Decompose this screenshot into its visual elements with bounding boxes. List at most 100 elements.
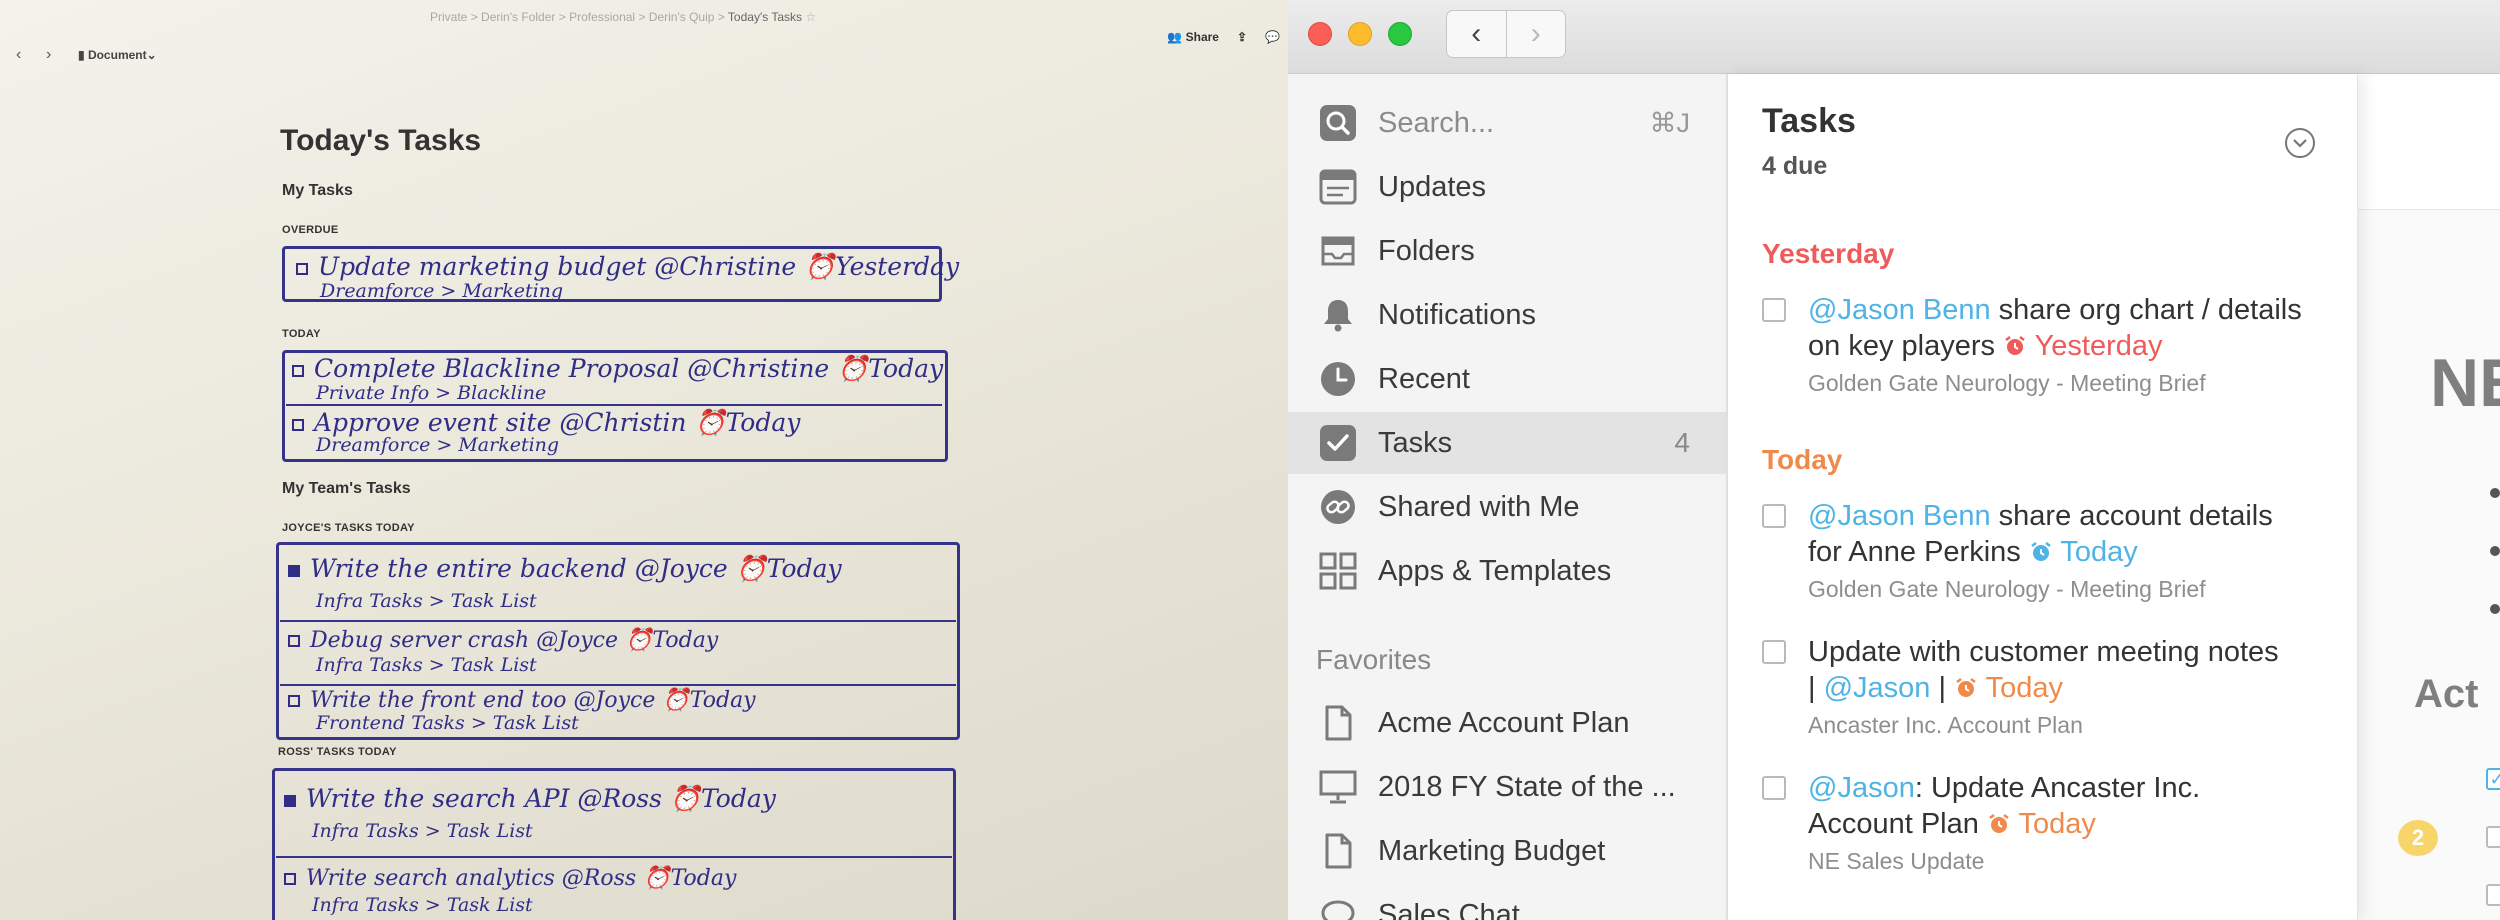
- favorites-heading: Favorites: [1316, 644, 1432, 675]
- sketch-task: Write the front end too @Joyce ⏰Today: [288, 688, 756, 713]
- joyce-caption: JOYCE'S TASKS TODAY: [282, 522, 415, 534]
- sidebar-item-updates[interactable]: Updates: [1288, 156, 1726, 218]
- due-date: Today: [1987, 808, 2096, 840]
- task-source[interactable]: Golden Gate Neurology - Meeting Brief: [1808, 576, 2332, 603]
- checkbox-sketch-icon: [284, 794, 296, 807]
- chevron-down-icon[interactable]: [2285, 128, 2315, 158]
- document-icon: [1318, 831, 1358, 871]
- mention-link[interactable]: @Jason: [1808, 772, 1915, 804]
- sidebar-item-notifications[interactable]: Notifications: [1288, 284, 1726, 346]
- folders-icon: [1318, 231, 1358, 271]
- mention-link[interactable]: @Jason Benn: [1808, 500, 1991, 532]
- task-source[interactable]: NE Sales Update: [1808, 848, 2332, 875]
- sidebar-item-label: Tasks: [1378, 426, 1453, 459]
- mention-link[interactable]: @Jason Benn: [1808, 294, 1991, 326]
- document-header: [2358, 74, 2500, 210]
- task-text: @Jason: Update Ancaster Inc. Account Pla…: [1808, 772, 2201, 840]
- breadcrumb-item: Private: [430, 10, 468, 24]
- checkbox-icon: [1318, 423, 1358, 463]
- sketch-task-source: Dreamforce > Marketing: [320, 280, 564, 302]
- breadcrumb-item: Derin's Folder: [481, 10, 556, 24]
- document-title-fragment: NE: [2430, 345, 2500, 421]
- paper-top-actions: 👥 Share ⇪ 💬: [1167, 30, 1280, 44]
- page-title: Today's Tasks: [280, 124, 482, 157]
- task-item: Update with customer meeting notes | @Ja…: [1762, 634, 2332, 739]
- task-source[interactable]: Ancaster Inc. Account Plan: [1808, 712, 2332, 739]
- breadcrumb: Private > Derin's Folder > Professional …: [430, 10, 817, 24]
- task-checkbox[interactable]: [1762, 504, 1786, 528]
- checkbox-sketch-icon: [296, 262, 308, 275]
- sketch-task-source: Dreamforce > Marketing: [316, 434, 560, 456]
- bell-icon: [1318, 295, 1358, 335]
- zoom-window-button[interactable]: [1388, 22, 1412, 46]
- sketch-task: Write the search API @Ross ⏰Today: [284, 784, 776, 814]
- alarm-icon: [1989, 814, 2009, 833]
- back-button[interactable]: ‹: [1447, 11, 1506, 57]
- favorite-sales-chat[interactable]: Sales Chat: [1288, 884, 1726, 920]
- sketch-task: Write the entire backend @Joyce ⏰Today: [288, 554, 842, 584]
- task-text: @Jason Benn share account details for An…: [1808, 500, 2273, 568]
- group-yesterday: Yesterday: [1762, 238, 1895, 269]
- alarm-icon: [1956, 678, 1976, 697]
- breadcrumb-item: Today's Tasks: [727, 10, 803, 24]
- sketch-task: Debug server crash @Joyce ⏰Today: [288, 628, 718, 653]
- section-heading-fragment: Act: [2414, 672, 2479, 716]
- checkbox-sketch-icon: [284, 873, 296, 885]
- bullet-dot: [2490, 546, 2500, 556]
- alarm-icon: [2031, 542, 2051, 561]
- window-titlebar: ‹ ›: [1288, 0, 2500, 74]
- sidebar-item-folders[interactable]: Folders: [1288, 220, 1726, 282]
- chat-icon: 💬: [1265, 30, 1280, 44]
- checkbox-sketch-icon: [288, 635, 300, 647]
- close-window-button[interactable]: [1308, 22, 1332, 46]
- sidebar-item-recent[interactable]: Recent: [1288, 348, 1726, 410]
- checkbox-sketch-icon: [288, 564, 300, 577]
- favorite-acme-account-plan[interactable]: Acme Account Plan: [1288, 692, 1726, 754]
- due-date: Yesterday: [2003, 330, 2163, 362]
- favorite-marketing-budget[interactable]: Marketing Budget: [1288, 820, 1726, 882]
- forward-button[interactable]: ›: [1505, 11, 1566, 57]
- document-peek: NE Act ✓ 2: [2358, 74, 2500, 920]
- favorite-fy-state[interactable]: 2018 FY State of the ...: [1288, 756, 1726, 818]
- tasks-count-badge: 4: [1674, 427, 1690, 458]
- back-arrow-icon: ‹: [16, 46, 22, 63]
- sidebar-item-shared-with-me[interactable]: Shared with Me: [1288, 476, 1726, 538]
- overdue-caption: OVERDUE: [282, 224, 339, 236]
- document-menu: ▮ Document⌄: [78, 48, 157, 62]
- presentation-icon: [1318, 767, 1358, 807]
- task-checkbox[interactable]: [1762, 776, 1786, 800]
- forward-arrow-icon: ›: [46, 46, 52, 63]
- sidebar-item-label: Recent: [1378, 362, 1470, 395]
- minimize-window-button[interactable]: [1348, 22, 1372, 46]
- mention-link[interactable]: @Jason: [1824, 672, 1931, 704]
- bullet-dot: [2490, 488, 2500, 498]
- sidebar-item-label: Folders: [1378, 234, 1475, 267]
- quip-app-window: ‹ › Search... ⌘J Updates Folders Notific…: [1288, 0, 2500, 920]
- comment-count-bubble[interactable]: 2: [2398, 820, 2438, 856]
- breadcrumb-item: Professional: [569, 10, 636, 24]
- due-date: Today: [1954, 672, 2063, 704]
- sidebar-search[interactable]: Search... ⌘J: [1288, 92, 1726, 154]
- checkbox-sketch-icon: [288, 695, 300, 707]
- doc-checkbox[interactable]: [2486, 884, 2500, 906]
- clock-icon: [1318, 359, 1358, 399]
- alarm-icon: [2005, 336, 2025, 355]
- task-source[interactable]: Golden Gate Neurology - Meeting Brief: [1808, 370, 2332, 397]
- divider: [280, 620, 956, 622]
- task-checkbox[interactable]: [1762, 298, 1786, 322]
- divider: [280, 684, 956, 686]
- tasks-panel: Tasks 4 due Yesterday @Jason Benn share …: [1728, 74, 2358, 920]
- doc-checkbox-checked[interactable]: ✓: [2486, 768, 2500, 790]
- doc-checkbox[interactable]: [2486, 826, 2500, 848]
- sidebar-item-label: Notifications: [1378, 298, 1536, 331]
- sketch-task: Complete Blackline Proposal @Christine ⏰…: [292, 354, 943, 384]
- group-today: Today: [1762, 444, 1843, 475]
- sidebar: Search... ⌘J Updates Folders Notificatio…: [1288, 74, 1728, 920]
- favorite-label: Marketing Budget: [1378, 834, 1606, 867]
- share-sketch: 👥 Share: [1167, 30, 1219, 44]
- checkbox-sketch-icon: [292, 418, 304, 431]
- sidebar-item-apps-templates[interactable]: Apps & Templates: [1288, 540, 1726, 602]
- tasks-title: Tasks: [1762, 102, 1856, 140]
- task-checkbox[interactable]: [1762, 640, 1786, 664]
- sidebar-item-tasks[interactable]: Tasks 4: [1288, 412, 1726, 474]
